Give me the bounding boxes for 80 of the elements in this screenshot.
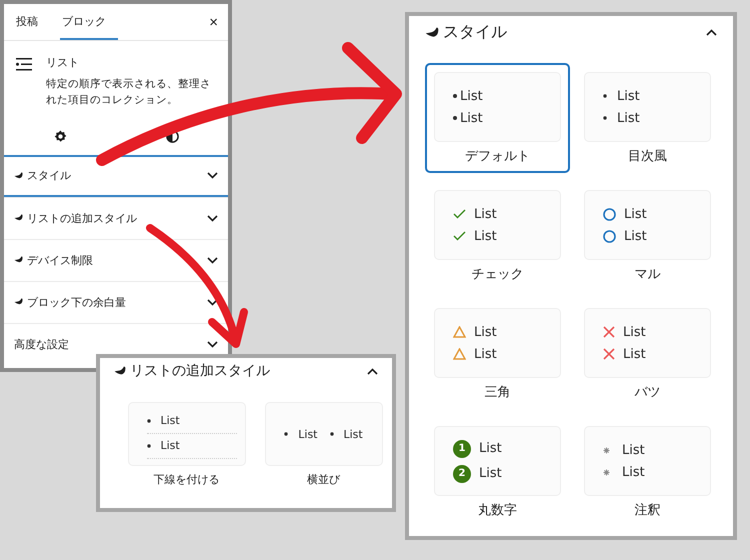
option-label: 下線を付ける <box>154 472 220 487</box>
settings-section[interactable]: スタイル <box>4 154 228 197</box>
leaf-icon <box>14 214 23 222</box>
section-label: 高度な設定 <box>14 336 70 352</box>
check-icon <box>453 231 466 241</box>
list-item-text: List <box>479 441 502 456</box>
chevron-up-icon[interactable] <box>706 29 717 36</box>
leaf-icon <box>425 26 439 38</box>
leaf-icon <box>14 298 23 306</box>
sidebar-tab[interactable]: ブロック <box>60 4 118 40</box>
list-item-text: List <box>160 414 180 427</box>
triangle-icon <box>453 326 466 338</box>
chevron-down-icon[interactable] <box>207 214 218 222</box>
panel-title: スタイル <box>443 22 508 43</box>
circle-icon <box>603 230 616 242</box>
bullet-icon <box>603 116 607 120</box>
option-label: バツ <box>634 384 660 401</box>
bullet-icon <box>146 444 150 448</box>
list-item-text: List <box>474 324 497 340</box>
list-item-text: List <box>460 110 483 126</box>
contrast-icon <box>166 130 178 144</box>
bullet-icon <box>453 94 457 98</box>
leaf-icon <box>14 172 23 180</box>
asterisk-icon <box>603 468 610 476</box>
leaf-icon <box>14 256 23 264</box>
section-label: スタイル <box>27 168 72 184</box>
settings-icon <box>54 130 66 144</box>
asterisk-icon <box>603 446 610 454</box>
option-label: マル <box>634 266 660 283</box>
option-label: デフォルト <box>465 148 530 165</box>
leaf-icon <box>114 366 126 376</box>
list-item-text: List <box>617 88 640 104</box>
panel-title: リストの追加スタイル <box>130 362 271 380</box>
bullet-icon <box>284 432 288 436</box>
cross-icon <box>603 348 615 360</box>
list-item-text: List <box>479 466 502 481</box>
list-item-text: List <box>624 206 647 222</box>
bullet-icon <box>603 94 607 98</box>
circle-icon <box>603 208 616 220</box>
block-description: 特定の順序で表示される、整理された項目のコレクション。 <box>46 77 212 108</box>
number-badge: 2 <box>453 464 471 482</box>
list-item-text: List <box>623 346 646 362</box>
sidebar-tab[interactable]: 投稿 <box>14 4 50 40</box>
cross-icon <box>603 326 615 338</box>
list-item-text: List <box>160 439 180 452</box>
block-title: リスト <box>46 55 80 70</box>
chevron-down-icon[interactable] <box>207 172 218 180</box>
option-label: 注釈 <box>634 502 660 519</box>
chevron-down-icon[interactable] <box>207 256 218 264</box>
list-item-text: List <box>623 324 646 340</box>
option-label: 丸数字 <box>478 502 517 519</box>
list-item-text: List <box>617 110 640 126</box>
list-item-text: List <box>474 206 497 222</box>
section-label: リストの追加スタイル <box>27 210 138 226</box>
section-label: デバイス制限 <box>27 252 94 268</box>
option-label: チェック <box>472 266 524 283</box>
close-button[interactable]: × <box>209 4 218 40</box>
section-label: ブロック下の余白量 <box>27 294 127 310</box>
list-item-text: List <box>344 428 363 440</box>
option-label: 目次風 <box>628 148 667 165</box>
list-item-text: List <box>474 346 497 362</box>
bullet-icon <box>146 418 150 422</box>
bullet-icon <box>453 116 457 120</box>
list-item-text: List <box>622 442 645 458</box>
list-icon <box>16 58 32 71</box>
style-option[interactable]: List List デフォルト <box>425 63 570 173</box>
list-item-text: List <box>298 428 318 440</box>
chevron-up-icon[interactable] <box>367 368 378 374</box>
bullet-icon <box>330 432 334 436</box>
option-label: 横並び <box>307 472 340 487</box>
list-item-text: List <box>460 88 483 104</box>
check-icon <box>453 209 466 219</box>
chevron-down-icon[interactable] <box>207 340 218 348</box>
list-item-text: List <box>474 228 497 244</box>
chevron-down-icon[interactable] <box>207 298 218 306</box>
option-label: 三角 <box>484 384 510 401</box>
number-badge: 1 <box>453 440 471 458</box>
list-item-text: List <box>624 228 647 244</box>
list-item-text: List <box>622 464 645 480</box>
triangle-icon <box>453 348 466 360</box>
